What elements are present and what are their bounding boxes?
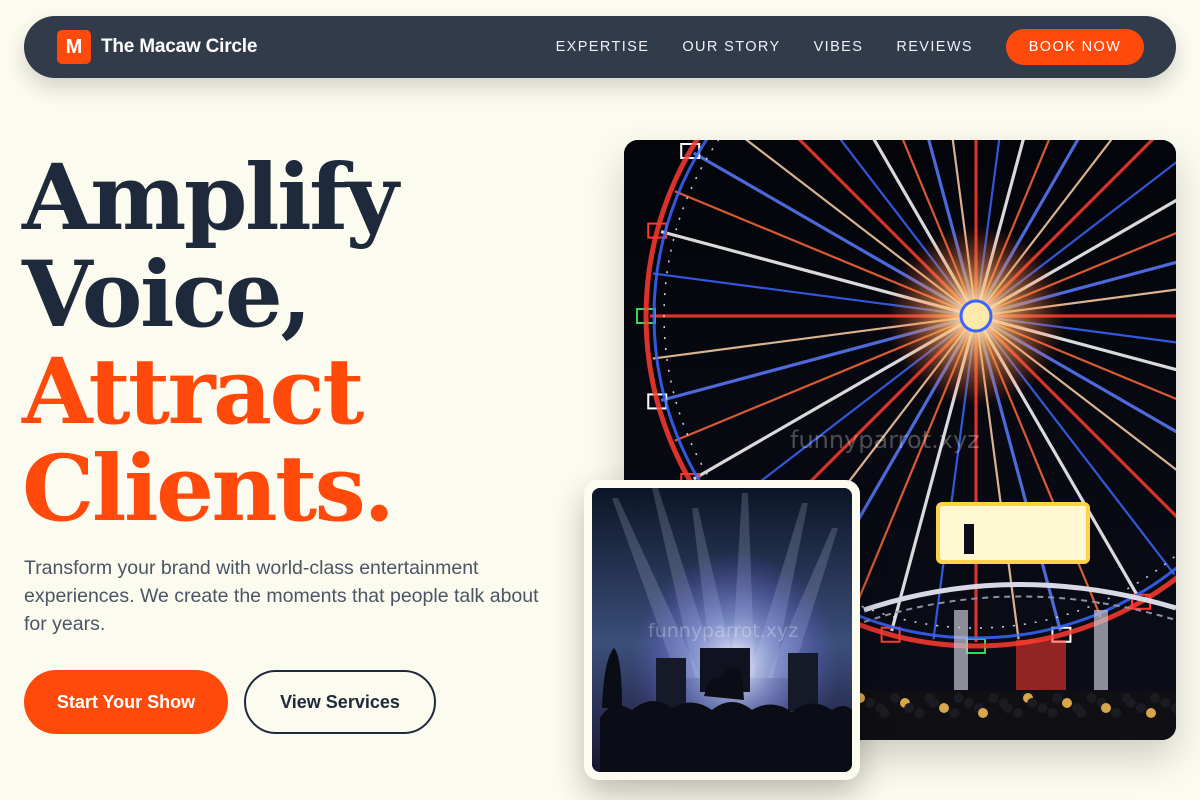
nav-links: EXPERTISE OUR STORY VIBES REVIEWS BOOK N…	[556, 29, 1144, 65]
headline-line-amplify: Amplify	[22, 145, 399, 251]
hero-headline: Amplify Voice, Attract Clients.	[22, 145, 399, 542]
nav-link-expertise[interactable]: EXPERTISE	[556, 39, 650, 55]
nav-link-vibes[interactable]: VIBES	[814, 39, 864, 55]
hero-description: Transform your brand with world-class en…	[24, 557, 539, 635]
nav-link-reviews[interactable]: REVIEWS	[896, 39, 973, 55]
brand[interactable]: M The Macaw Circle	[57, 30, 257, 64]
concert-photo: funnyparrot.xyz	[592, 488, 852, 772]
view-services-button[interactable]: View Services	[244, 670, 436, 734]
book-now-button[interactable]: BOOK NOW	[1006, 29, 1144, 65]
logo-icon: M	[57, 30, 91, 64]
start-your-show-button[interactable]: Start Your Show	[24, 670, 228, 734]
concert-photo-card: funnyparrot.xyz	[584, 480, 860, 780]
headline-line-clients: Clients.	[22, 436, 395, 542]
brand-name: The Macaw Circle	[101, 36, 258, 57]
top-navigation: M The Macaw Circle EXPERTISE OUR STORY V…	[24, 16, 1176, 78]
headline-line-voice: Voice,	[22, 242, 312, 348]
headline-line-attract: Attract	[22, 339, 364, 445]
nav-link-our-story[interactable]: OUR STORY	[682, 39, 780, 55]
concert-illustration	[592, 488, 852, 772]
